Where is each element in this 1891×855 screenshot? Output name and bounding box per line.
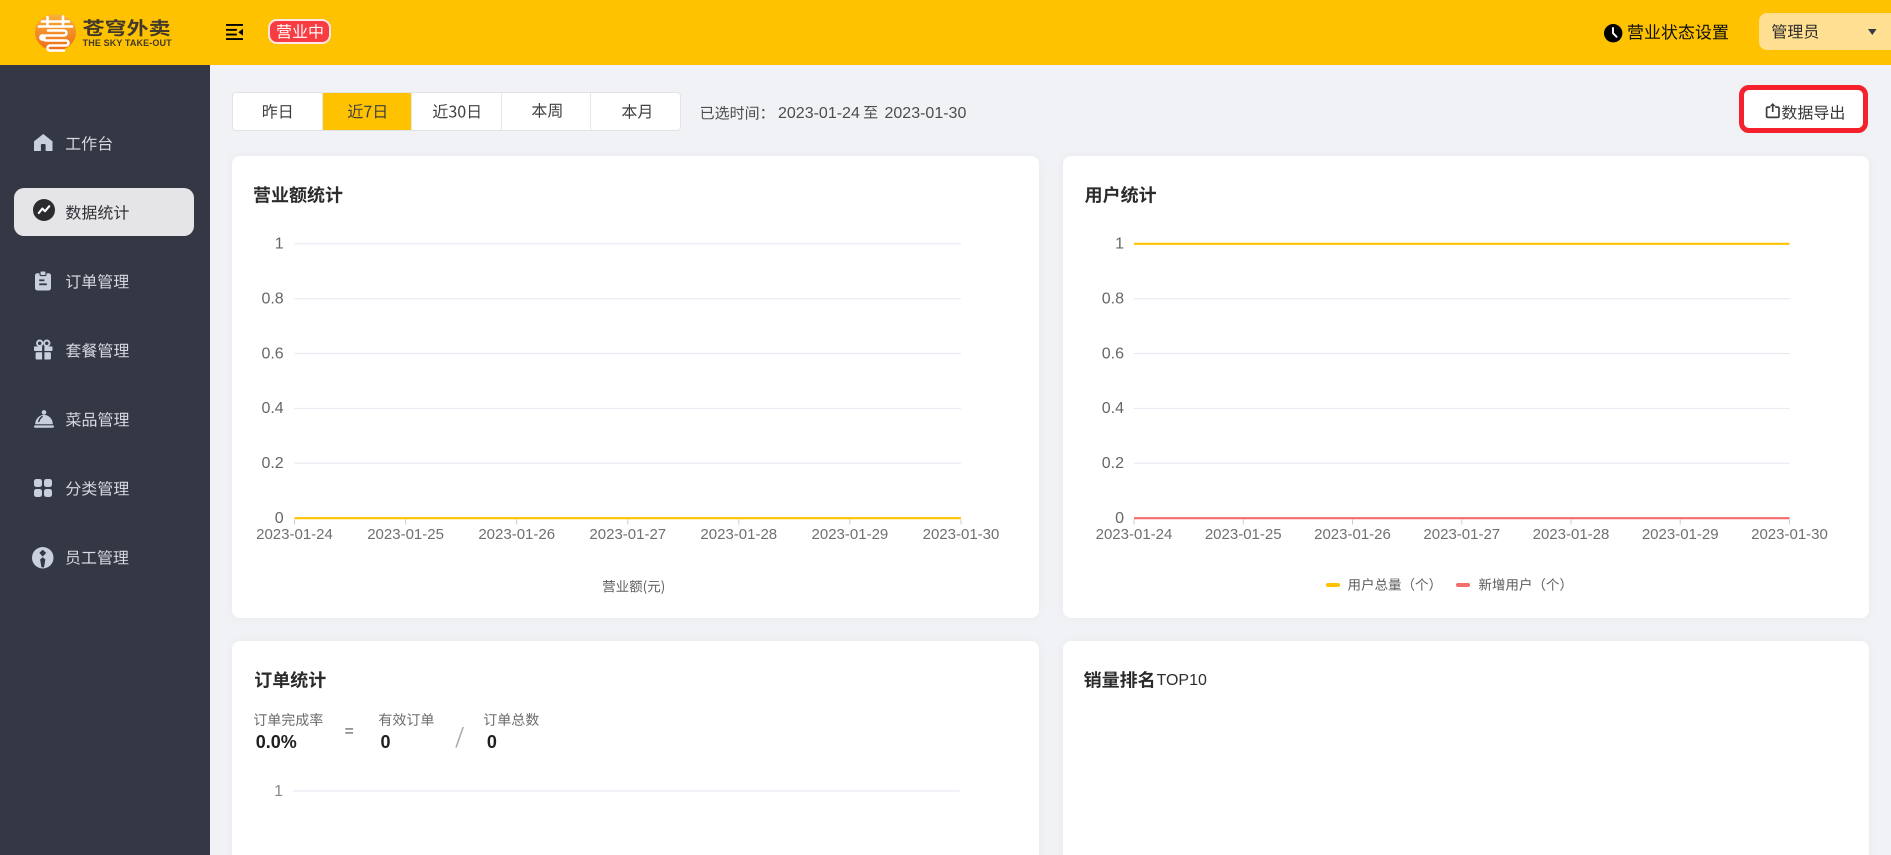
svg-text:2023-01-24: 2023-01-24: [1096, 526, 1173, 543]
svg-text:2023-01-28: 2023-01-28: [700, 526, 777, 543]
svg-text:1: 1: [275, 235, 284, 252]
svg-text:2023-01-30: 2023-01-30: [1751, 526, 1828, 543]
svg-text:2023-01-27: 2023-01-27: [589, 526, 666, 543]
svg-text:2023-01-29: 2023-01-29: [812, 526, 889, 543]
svg-text:0.8: 0.8: [1102, 290, 1124, 307]
svg-text:2023-01-27: 2023-01-27: [1423, 526, 1500, 543]
svg-text:0.6: 0.6: [1102, 345, 1124, 362]
svg-text:0.4: 0.4: [1102, 400, 1124, 417]
svg-text:2023-01-25: 2023-01-25: [1205, 526, 1282, 543]
svg-text:0.2: 0.2: [1102, 455, 1124, 472]
svg-text:0.2: 0.2: [261, 455, 283, 472]
svg-text:2023-01-24: 2023-01-24: [256, 526, 333, 543]
svg-text:2023-01-26: 2023-01-26: [478, 526, 555, 543]
svg-text:1: 1: [274, 783, 283, 800]
svg-text:2023-01-29: 2023-01-29: [1642, 526, 1719, 543]
svg-text:2023-01-28: 2023-01-28: [1533, 526, 1610, 543]
svg-text:2023-01-26: 2023-01-26: [1314, 526, 1391, 543]
svg-text:1: 1: [1115, 235, 1124, 252]
svg-text:0.4: 0.4: [261, 400, 283, 417]
svg-text:0: 0: [275, 510, 284, 527]
svg-text:0.6: 0.6: [261, 345, 283, 362]
svg-text:0.8: 0.8: [261, 290, 283, 307]
svg-text:0: 0: [1115, 510, 1124, 527]
svg-text:2023-01-30: 2023-01-30: [923, 526, 1000, 543]
svg-text:2023-01-25: 2023-01-25: [367, 526, 444, 543]
